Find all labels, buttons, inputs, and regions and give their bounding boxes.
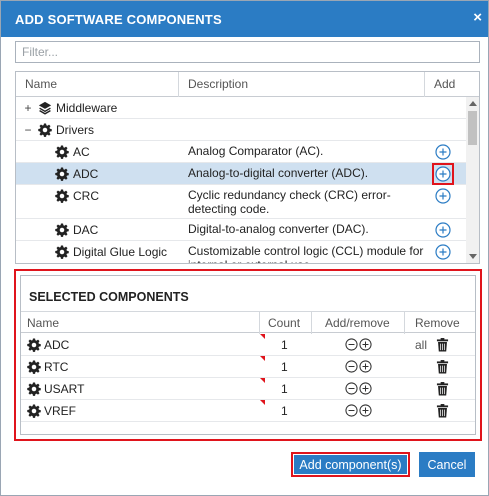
available-table-header: Name Description Add xyxy=(16,72,479,97)
column-header-add: Add xyxy=(434,77,456,91)
component-count: 1 xyxy=(281,382,288,396)
component-description: Analog-to-digital converter (ADC). xyxy=(188,166,369,180)
column-divider xyxy=(404,312,405,334)
selected-row-usart: USART 1 xyxy=(21,378,475,400)
add-one-icon[interactable] xyxy=(359,404,372,417)
component-row-ac[interactable]: AC Analog Comparator (AC). xyxy=(16,141,466,163)
remove-one-icon[interactable] xyxy=(345,338,358,351)
gear-icon xyxy=(27,404,41,418)
trash-icon[interactable] xyxy=(436,404,449,418)
component-description: Digital-to-analog converter (DAC). xyxy=(188,222,369,236)
column-header-remove-all: Remove all xyxy=(415,316,460,352)
component-description: Analog Comparator (AC). xyxy=(188,144,324,158)
dialog-title-bar: ADD SOFTWARE COMPONENTS × xyxy=(1,1,488,37)
add-component-icon[interactable] xyxy=(435,222,451,238)
scroll-down-icon[interactable] xyxy=(469,254,477,259)
add-components-button[interactable]: Add component(s) xyxy=(291,452,410,477)
gear-icon xyxy=(55,189,69,203)
cancel-button[interactable]: Cancel xyxy=(419,452,475,477)
component-name: Drivers xyxy=(56,123,94,137)
gear-icon xyxy=(27,338,41,352)
selected-component-name: ADC xyxy=(44,338,70,352)
column-divider xyxy=(424,72,425,97)
selected-components-highlight: SELECTED COMPONENTS Name Count Add/remov… xyxy=(14,269,482,441)
selected-component-name: VREF xyxy=(44,404,77,418)
component-description: Customizable control logic (CCL) module … xyxy=(188,244,424,263)
add-component-icon[interactable] xyxy=(435,188,451,204)
component-row-digital-glue-logic[interactable]: Digital Glue Logic Customizable control … xyxy=(16,241,466,263)
gear-icon xyxy=(55,145,69,159)
component-name: ADC xyxy=(73,167,99,181)
gear-icon xyxy=(27,382,41,396)
component-row-crc[interactable]: CRC Cyclic redundancy check (CRC) error-… xyxy=(16,185,466,219)
dirty-marker xyxy=(260,356,265,361)
add-one-icon[interactable] xyxy=(359,360,372,373)
vertical-scrollbar[interactable] xyxy=(466,97,479,263)
add-component-icon[interactable] xyxy=(435,166,451,182)
component-name: Digital Glue Logic xyxy=(73,245,168,259)
selected-row-vref: VREF 1 xyxy=(21,400,475,422)
selected-components-title: SELECTED COMPONENTS xyxy=(29,290,189,304)
selected-component-name: USART xyxy=(44,382,85,396)
trash-icon[interactable] xyxy=(436,360,449,374)
available-components-table: Name Description Add + Middleware − Driv… xyxy=(15,71,480,264)
dirty-marker xyxy=(260,378,265,383)
gear-icon xyxy=(55,223,69,237)
component-count: 1 xyxy=(281,360,288,374)
selected-row-adc: ADC 1 xyxy=(21,334,475,356)
filter-input[interactable] xyxy=(15,41,480,63)
column-header-name[interactable]: Name xyxy=(25,72,57,97)
dirty-marker xyxy=(260,334,265,339)
column-header-count: Count xyxy=(268,316,301,330)
remove-one-icon[interactable] xyxy=(345,360,358,373)
collapse-toggle[interactable]: − xyxy=(23,119,33,141)
component-description: Cyclic redundancy check (CRC) error-dete… xyxy=(188,188,391,216)
component-row-dac[interactable]: DAC Digital-to-analog converter (DAC). xyxy=(16,219,466,241)
trash-icon[interactable] xyxy=(436,382,449,396)
expand-toggle[interactable]: + xyxy=(23,97,33,119)
component-row-adc[interactable]: ADC Analog-to-digital converter (ADC). xyxy=(16,163,466,185)
scroll-thumb[interactable] xyxy=(468,111,477,145)
add-component-icon[interactable] xyxy=(435,244,451,260)
selected-row-rtc: RTC 1 xyxy=(21,356,475,378)
component-name: DAC xyxy=(73,223,99,237)
column-header-add-remove: Add/remove xyxy=(325,316,390,330)
trash-icon[interactable] xyxy=(436,338,449,352)
gear-icon xyxy=(38,123,52,137)
gear-icon xyxy=(55,245,69,259)
dirty-marker xyxy=(260,400,265,405)
gear-icon xyxy=(27,360,41,374)
component-name: CRC xyxy=(73,189,99,203)
component-count: 1 xyxy=(281,338,288,352)
remove-one-icon[interactable] xyxy=(345,404,358,417)
add-one-icon[interactable] xyxy=(359,338,372,351)
add-component-icon[interactable] xyxy=(435,144,451,160)
column-divider xyxy=(178,72,179,97)
component-name: Middleware xyxy=(56,101,118,115)
dialog-title: ADD SOFTWARE COMPONENTS xyxy=(15,12,222,27)
gear-icon xyxy=(55,167,69,181)
tree-item-drivers[interactable]: − Drivers xyxy=(16,119,466,141)
add-one-icon[interactable] xyxy=(359,382,372,395)
selected-table-header: Name Count Add/remove Remove all xyxy=(21,311,475,352)
add-software-components-dialog: ADD SOFTWARE COMPONENTS × Name Descripti… xyxy=(0,0,489,496)
column-divider xyxy=(311,312,312,334)
layers-icon xyxy=(38,101,52,115)
column-divider xyxy=(259,312,260,334)
column-header-name: Name xyxy=(27,316,60,330)
column-header-description[interactable]: Description xyxy=(188,72,248,97)
scroll-up-icon[interactable] xyxy=(469,101,477,106)
tree-item-middleware[interactable]: + Middleware xyxy=(16,97,466,119)
selected-component-name: RTC xyxy=(44,360,69,374)
component-count: 1 xyxy=(281,404,288,418)
remove-one-icon[interactable] xyxy=(345,382,358,395)
close-icon[interactable]: × xyxy=(473,10,482,26)
component-name: AC xyxy=(73,145,90,159)
selected-components-panel: SELECTED COMPONENTS Name Count Add/remov… xyxy=(20,275,476,435)
